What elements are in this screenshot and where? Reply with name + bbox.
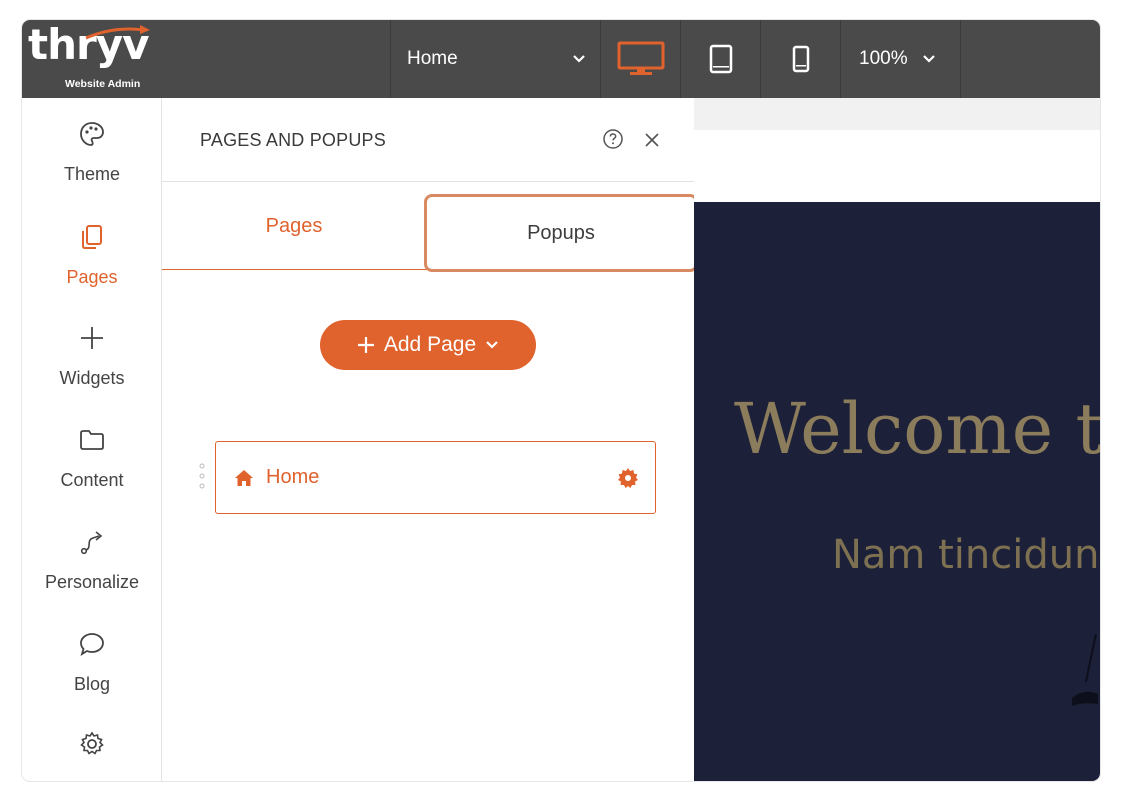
page-list-item[interactable]: Home (215, 441, 656, 514)
preview-hero: Welcome to Nam tincidunt (694, 202, 1100, 781)
sidebar-item-blog[interactable]: Blog (22, 630, 162, 720)
page-select[interactable]: Home (390, 20, 600, 98)
sidebar-item-pages[interactable]: Pages (22, 223, 162, 313)
close-icon[interactable] (644, 132, 660, 148)
tab-popups[interactable]: Popups (424, 194, 698, 272)
tablet-icon (709, 44, 732, 74)
plus-icon (357, 337, 374, 353)
zoom-select[interactable]: 100% (840, 20, 960, 98)
chat-bubble-icon (80, 633, 104, 656)
desktop-view-button[interactable] (600, 20, 680, 98)
logo[interactable]: thryv Website Admin (22, 20, 390, 98)
sidebar-item-label: Pages (66, 267, 118, 287)
folder-icon (80, 430, 104, 450)
sidebar-item-label: Widgets (59, 368, 125, 388)
site-preview: Welcome to Nam tincidunt (694, 98, 1100, 781)
sidebar-item-label: Theme (63, 164, 121, 184)
tab-pages[interactable]: Pages (162, 182, 426, 270)
add-page-button[interactable]: Add Page (320, 320, 536, 370)
preview-header-area (694, 130, 1100, 202)
decorative-graphic-icon (1072, 633, 1098, 706)
panel-tabs: Pages Popups (162, 182, 698, 272)
sidebar-item-content[interactable]: Content (22, 426, 162, 516)
app-window: thryv Website Admin Home 100% Theme Page… (22, 20, 1100, 781)
chevron-down-icon (922, 55, 935, 63)
toolbar-spacer (960, 20, 1100, 98)
mobile-view-button[interactable] (760, 20, 840, 98)
logo-subtitle: Website Admin (65, 78, 141, 90)
sidebar-item-widgets[interactable]: Widgets (22, 324, 162, 414)
panel-title: PAGES AND POPUPS (200, 130, 386, 150)
sidebar-item-label: Content (60, 470, 124, 490)
plus-icon (81, 327, 103, 349)
sidebar-item-label: Personalize (44, 572, 140, 592)
logo-swoosh-icon (85, 25, 150, 40)
gear-icon (80, 731, 104, 755)
top-toolbar: thryv Website Admin Home 100% (22, 20, 1100, 98)
page-settings-gear-icon[interactable] (617, 467, 639, 489)
hero-heading: Welcome to (734, 388, 1100, 470)
page-select-value: Home (407, 48, 458, 69)
zoom-value: 100% (859, 48, 908, 69)
home-icon (235, 469, 253, 486)
drag-handle-icon[interactable] (198, 462, 206, 494)
pages-panel: PAGES AND POPUPS Pages Popups Add Page H… (162, 98, 698, 781)
chevron-down-icon (486, 341, 498, 349)
sidebar-item-personalize[interactable]: Personalize (22, 528, 162, 618)
tablet-view-button[interactable] (680, 20, 760, 98)
route-icon (80, 531, 103, 555)
sidebar-item-theme[interactable]: Theme (22, 120, 162, 210)
mobile-icon (792, 45, 809, 73)
help-icon[interactable] (602, 128, 624, 150)
left-sidebar: Theme Pages Widgets Content Personalize … (22, 98, 162, 781)
chevron-down-icon (573, 55, 585, 63)
palette-icon (80, 122, 104, 146)
add-page-label: Add Page (383, 333, 477, 356)
desktop-icon (617, 41, 664, 75)
page-list-item-label: Home (266, 466, 320, 488)
sidebar-item-label: Blog (73, 674, 111, 694)
pages-icon (82, 225, 102, 249)
hero-subheading: Nam tincidunt (832, 532, 1100, 578)
panel-header: PAGES AND POPUPS (162, 98, 694, 182)
sidebar-item-settings[interactable] (22, 730, 162, 781)
